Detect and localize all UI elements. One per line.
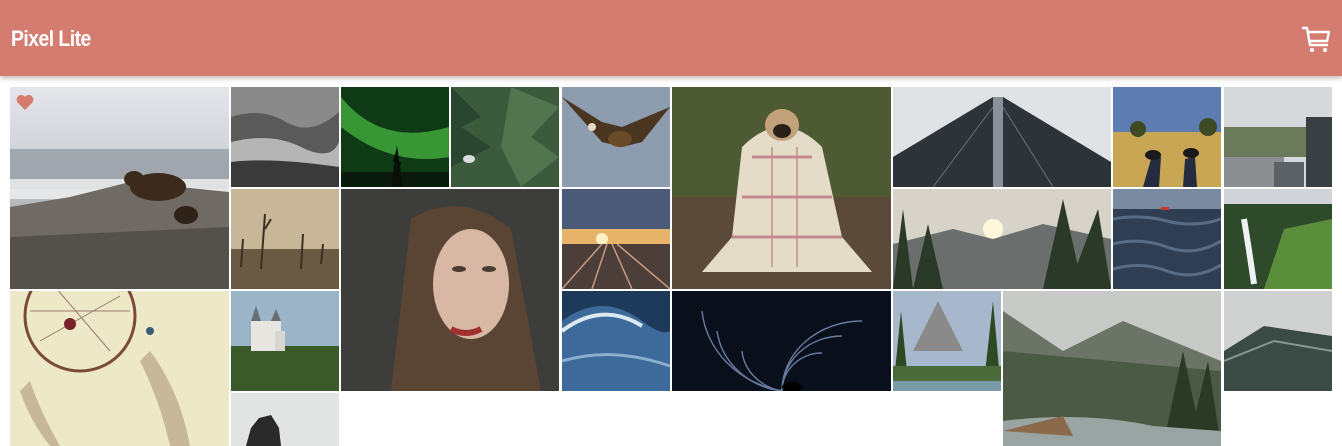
- photo-aurora[interactable]: [341, 87, 449, 187]
- photo-misty-mountain[interactable]: [1224, 291, 1332, 391]
- photo-lake-waves[interactable]: [1113, 189, 1221, 289]
- photo-waterfall[interactable]: [1224, 189, 1332, 289]
- photo-misty-river[interactable]: [1003, 291, 1221, 446]
- photo-bear[interactable]: [10, 87, 229, 289]
- cart-button[interactable]: [1298, 20, 1334, 56]
- app-title: Pixel Lite: [11, 26, 91, 51]
- photo-sneakers-field[interactable]: [1113, 87, 1221, 187]
- photo-star-trails[interactable]: [672, 291, 891, 391]
- photo-dreamcatcher[interactable]: [10, 291, 229, 446]
- photo-pine-bird[interactable]: [451, 87, 559, 187]
- photo-rock-sea[interactable]: [231, 393, 339, 446]
- photo-yosemite[interactable]: [893, 291, 1001, 391]
- photo-valley-sunset[interactable]: [893, 189, 1111, 289]
- heart-icon: [16, 94, 34, 110]
- photo-eagle[interactable]: [562, 87, 670, 187]
- photo-castle[interactable]: [231, 291, 339, 391]
- photo-pug-blanket[interactable]: [672, 87, 891, 289]
- photo-skyscraper[interactable]: [893, 87, 1111, 187]
- photo-foggy-forest[interactable]: [231, 87, 339, 187]
- photo-city-park[interactable]: [1224, 87, 1332, 187]
- photo-ocean-wave[interactable]: [562, 291, 670, 391]
- photo-dead-trees[interactable]: [231, 189, 339, 289]
- photo-woman-portrait[interactable]: [341, 189, 559, 391]
- favorite-button[interactable]: [16, 94, 34, 110]
- cart-icon: [1301, 26, 1331, 53]
- photo-railway-sunset[interactable]: [562, 189, 670, 289]
- app-bar: Pixel Lite: [0, 0, 1342, 76]
